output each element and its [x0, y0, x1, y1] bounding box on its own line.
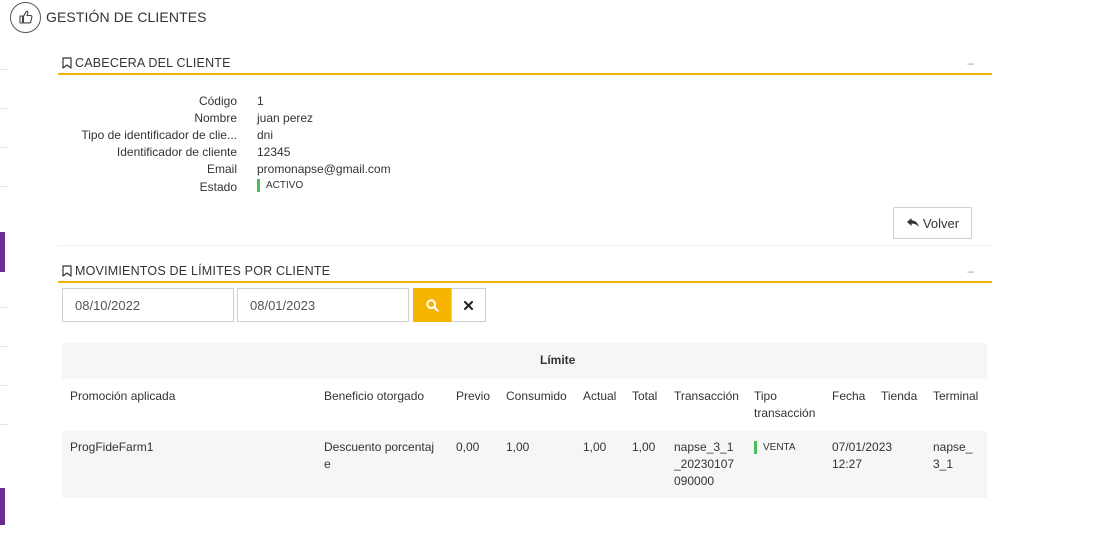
cell-actual: 1,00 — [583, 440, 607, 454]
detail-row-nombre: Nombre juan perez — [62, 109, 391, 126]
detail-row-identificador: Identificador de cliente 12345 — [62, 144, 391, 161]
left-rail — [0, 0, 8, 541]
section-title: CABECERA DEL CLIENTE — [75, 55, 231, 70]
bookmark-icon — [62, 264, 72, 277]
search-icon — [425, 298, 439, 312]
col-header-actual[interactable]: Actual — [583, 388, 616, 405]
rail-divider — [0, 147, 8, 148]
col-header-tipo[interactable]: Tipo transacción — [754, 388, 824, 422]
field-value: dni — [257, 127, 274, 142]
client-header-section: CABECERA DEL CLIENTE – — [58, 52, 992, 75]
date-to-input[interactable]: 08/01/2023 — [237, 288, 409, 322]
col-header-promocion[interactable]: Promoción aplicada — [70, 388, 175, 405]
rail-divider — [0, 186, 8, 187]
col-header-fecha[interactable]: Fecha — [832, 388, 865, 405]
bookmark-icon — [62, 56, 72, 69]
rail-divider — [0, 69, 8, 70]
status-indicator — [257, 178, 260, 192]
status-badge: ACTIVO — [257, 178, 304, 195]
cell-terminal: napse_3_1 — [933, 440, 973, 471]
cell-consumido: 1,00 — [506, 440, 530, 454]
section-divider — [58, 245, 992, 246]
search-button[interactable] — [413, 288, 451, 322]
type-indicator — [754, 441, 757, 454]
page-header: GESTIÓN DE CLIENTES — [10, 1, 207, 33]
detail-row-email: Email promonapse@gmail.com — [62, 161, 391, 178]
close-icon — [464, 300, 473, 310]
transaction-type-badge: VENTA — [754, 439, 796, 456]
client-detail-list: Código 1 Nombre juan perez Tipo de ident… — [62, 92, 391, 195]
field-label: Email — [206, 162, 237, 177]
back-button-label: Volver — [922, 215, 960, 231]
rail-divider — [0, 108, 8, 109]
reply-icon — [906, 218, 919, 228]
col-header-consumido[interactable]: Consumido — [506, 388, 567, 405]
thumbs-up-icon — [10, 1, 41, 33]
table-group-header-row — [62, 343, 987, 379]
cell-transaccion: napse_3_1_20230107090000 — [674, 440, 735, 488]
field-value: juan perez — [257, 110, 314, 125]
col-header-previo[interactable]: Previo — [456, 388, 490, 405]
rail-active-indicator[interactable] — [0, 232, 5, 272]
field-label: Identificador de cliente — [116, 145, 237, 160]
rail-divider — [0, 346, 8, 347]
group-header-limite: Límite — [540, 353, 576, 367]
status-text: ACTIVO — [266, 179, 304, 191]
field-label: Tipo de identificador de clie... — [81, 127, 237, 142]
cell-fecha: 07/01/2023 12:27 — [832, 440, 893, 471]
field-label: Nombre — [194, 110, 237, 125]
cell-tipo: VENTA — [754, 439, 796, 459]
col-header-transaccion[interactable]: Transacción — [674, 388, 739, 405]
field-value: 12345 — [257, 145, 291, 160]
status-badge-content: ACTIVO — [257, 178, 304, 192]
section-title: MOVIMIENTOS DE LÍMITES POR CLIENTE — [75, 263, 331, 278]
back-button[interactable]: Volver — [893, 207, 972, 239]
date-from-input[interactable]: 08/10/2022 — [62, 288, 234, 322]
minus-icon[interactable]: – — [967, 265, 974, 277]
col-header-beneficio[interactable]: Beneficio otorgado — [324, 388, 424, 405]
field-value: 1 — [257, 93, 264, 108]
minus-icon[interactable]: – — [967, 57, 974, 69]
col-header-terminal[interactable]: Terminal — [933, 388, 978, 405]
cell-beneficio: Descuento porcentaje — [324, 440, 435, 471]
rail-divider — [0, 307, 8, 308]
movements-section: MOVIMIENTOS DE LÍMITES POR CLIENTE – — [58, 260, 992, 283]
field-label: Código — [198, 93, 237, 108]
detail-row-codigo: Código 1 — [62, 92, 391, 109]
page-title: GESTIÓN DE CLIENTES — [46, 9, 207, 25]
type-text: VENTA — [763, 442, 796, 453]
col-header-total[interactable]: Total — [632, 388, 657, 405]
detail-row-estado: Estado ACTIVO — [62, 178, 391, 195]
field-value: promonapse@gmail.com — [257, 162, 391, 177]
detail-row-tipo-identificador: Tipo de identificador de clie... dni — [62, 126, 391, 143]
field-label: Estado — [199, 179, 237, 194]
clear-button[interactable] — [451, 288, 486, 322]
cell-promocion: ProgFideFarm1 — [70, 440, 154, 454]
rail-divider — [0, 385, 8, 386]
col-header-tienda[interactable]: Tienda — [881, 388, 917, 405]
rail-active-indicator[interactable] — [0, 488, 5, 525]
rail-divider — [0, 424, 8, 425]
cell-previo: 0,00 — [456, 440, 480, 454]
cell-total: 1,00 — [632, 440, 656, 454]
